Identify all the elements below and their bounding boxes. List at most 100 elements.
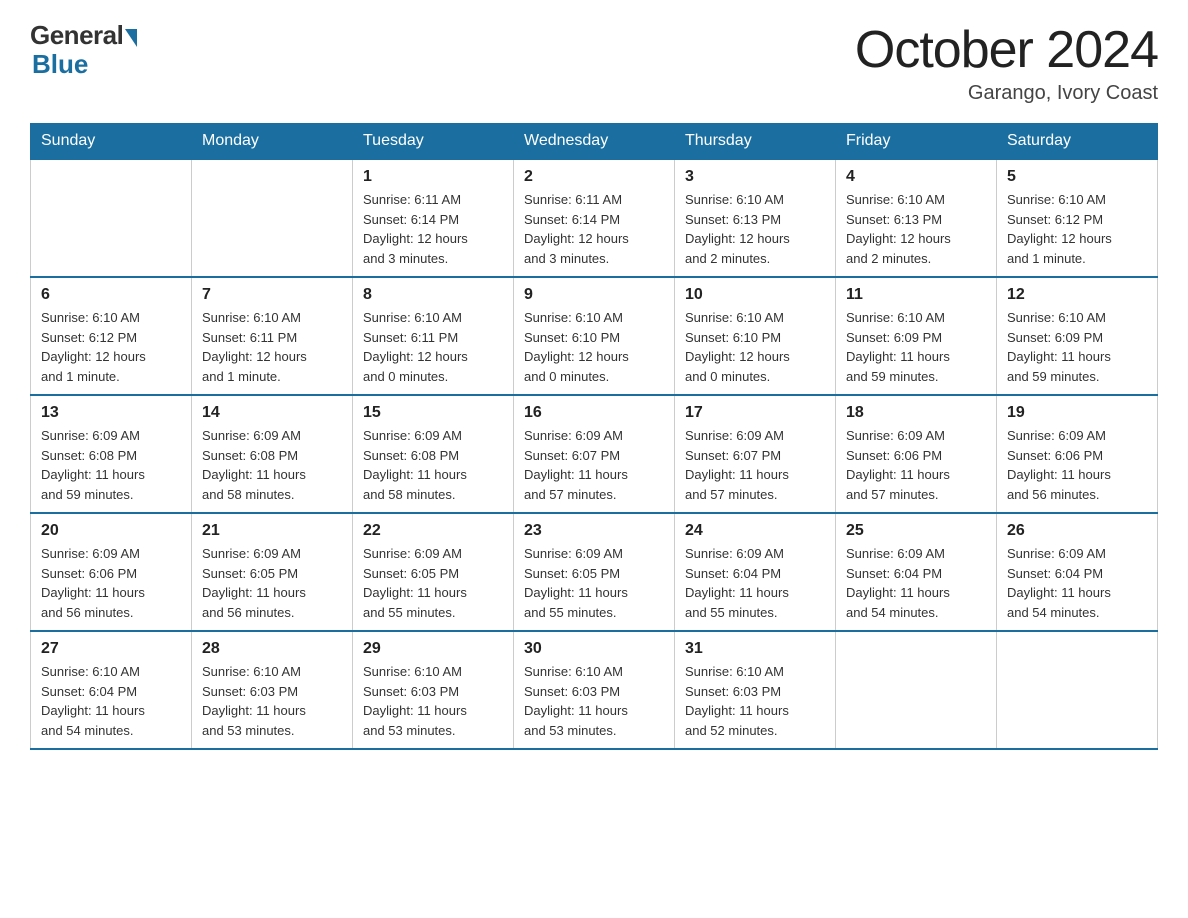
day-number: 29: [363, 640, 503, 658]
calendar-cell: 19 Sunrise: 6:09 AMSunset: 6:06 PMDayligh…: [997, 395, 1158, 513]
calendar-cell: 12 Sunrise: 6:10 AMSunset: 6:09 PMDayligh…: [997, 277, 1158, 395]
calendar-cell: 30Sunrise: 6:10 AMSunset: 6:03 PMDayligh…: [514, 631, 675, 749]
calendar-cell: 11Sunrise: 6:10 AMSunset: 6:09 PMDayligh…: [836, 277, 997, 395]
weekday-header-thursday: Thursday: [675, 124, 836, 160]
day-info: Sunrise: 6:09 AMSunset: 6:06 PMDaylight:…: [846, 426, 986, 504]
day-number: 16: [524, 404, 664, 422]
calendar-cell: 9 Sunrise: 6:10 AMSunset: 6:10 PMDaylight…: [514, 277, 675, 395]
day-number: 1: [363, 168, 503, 186]
logo: General Blue: [30, 20, 137, 80]
day-number: 9: [524, 286, 664, 304]
calendar-cell: 20Sunrise: 6:09 AMSunset: 6:06 PMDayligh…: [31, 513, 192, 631]
day-info: Sunrise: 6:10 AMSunset: 6:03 PMDaylight:…: [363, 662, 503, 740]
day-info: Sunrise: 6:10 AMSunset: 6:10 PMDaylight:…: [685, 308, 825, 386]
day-info: Sunrise: 6:10 AMSunset: 6:09 PMDaylight:…: [1007, 308, 1147, 386]
day-info: Sunrise: 6:10 AMSunset: 6:03 PMDaylight:…: [524, 662, 664, 740]
calendar-cell: 31 Sunrise: 6:10 AMSunset: 6:03 PMDayligh…: [675, 631, 836, 749]
day-number: 26: [1007, 522, 1147, 540]
day-number: 19: [1007, 404, 1147, 422]
day-info: Sunrise: 6:09 AMSunset: 6:06 PMDaylight:…: [1007, 426, 1147, 504]
weekday-header-monday: Monday: [192, 124, 353, 160]
day-info: Sunrise: 6:10 AMSunset: 6:11 PMDaylight:…: [363, 308, 503, 386]
logo-arrow-icon: [125, 29, 137, 47]
calendar-cell: 16 Sunrise: 6:09 AMSunset: 6:07 PMDayligh…: [514, 395, 675, 513]
calendar-cell: 1Sunrise: 6:11 AMSunset: 6:14 PMDaylight…: [353, 159, 514, 277]
day-number: 4: [846, 168, 986, 186]
day-number: 13: [41, 404, 181, 422]
day-info: Sunrise: 6:10 AMSunset: 6:13 PMDaylight:…: [685, 190, 825, 268]
calendar-week-row: 27 Sunrise: 6:10 AMSunset: 6:04 PMDayligh…: [31, 631, 1158, 749]
day-number: 15: [363, 404, 503, 422]
calendar-cell: 15Sunrise: 6:09 AMSunset: 6:08 PMDayligh…: [353, 395, 514, 513]
month-title: October 2024: [855, 20, 1158, 80]
calendar-cell: [997, 631, 1158, 749]
calendar-cell: 7 Sunrise: 6:10 AMSunset: 6:11 PMDaylight…: [192, 277, 353, 395]
weekday-header-sunday: Sunday: [31, 124, 192, 160]
calendar-cell: 14Sunrise: 6:09 AMSunset: 6:08 PMDayligh…: [192, 395, 353, 513]
logo-blue-text: Blue: [30, 49, 88, 80]
day-info: Sunrise: 6:09 AMSunset: 6:08 PMDaylight:…: [41, 426, 181, 504]
day-info: Sunrise: 6:10 AMSunset: 6:11 PMDaylight:…: [202, 308, 342, 386]
day-info: Sunrise: 6:09 AMSunset: 6:07 PMDaylight:…: [524, 426, 664, 504]
calendar-cell: 8 Sunrise: 6:10 AMSunset: 6:11 PMDaylight…: [353, 277, 514, 395]
day-number: 28: [202, 640, 342, 658]
day-info: Sunrise: 6:09 AMSunset: 6:04 PMDaylight:…: [1007, 544, 1147, 622]
location-text: Garango, Ivory Coast: [855, 82, 1158, 105]
day-info: Sunrise: 6:10 AMSunset: 6:03 PMDaylight:…: [202, 662, 342, 740]
weekday-header-saturday: Saturday: [997, 124, 1158, 160]
page-header: General Blue October 2024 Garango, Ivory…: [30, 20, 1158, 105]
logo-general-text: General: [30, 20, 123, 51]
calendar-cell: 2Sunrise: 6:11 AMSunset: 6:14 PMDaylight…: [514, 159, 675, 277]
day-number: 23: [524, 522, 664, 540]
calendar-cell: [836, 631, 997, 749]
day-number: 7: [202, 286, 342, 304]
calendar-cell: 21Sunrise: 6:09 AMSunset: 6:05 PMDayligh…: [192, 513, 353, 631]
calendar-week-row: 20Sunrise: 6:09 AMSunset: 6:06 PMDayligh…: [31, 513, 1158, 631]
calendar-cell: 6 Sunrise: 6:10 AMSunset: 6:12 PMDaylight…: [31, 277, 192, 395]
day-number: 18: [846, 404, 986, 422]
day-number: 12: [1007, 286, 1147, 304]
day-number: 5: [1007, 168, 1147, 186]
calendar-week-row: 13 Sunrise: 6:09 AMSunset: 6:08 PMDayligh…: [31, 395, 1158, 513]
day-number: 17: [685, 404, 825, 422]
day-info: Sunrise: 6:10 AMSunset: 6:13 PMDaylight:…: [846, 190, 986, 268]
day-number: 6: [41, 286, 181, 304]
calendar-week-row: 6 Sunrise: 6:10 AMSunset: 6:12 PMDaylight…: [31, 277, 1158, 395]
day-info: Sunrise: 6:09 AMSunset: 6:04 PMDaylight:…: [846, 544, 986, 622]
day-number: 10: [685, 286, 825, 304]
calendar-cell: 27 Sunrise: 6:10 AMSunset: 6:04 PMDayligh…: [31, 631, 192, 749]
day-number: 8: [363, 286, 503, 304]
calendar-cell: 3 Sunrise: 6:10 AMSunset: 6:13 PMDaylight…: [675, 159, 836, 277]
calendar-cell: 24 Sunrise: 6:09 AMSunset: 6:04 PMDayligh…: [675, 513, 836, 631]
calendar-cell: 5Sunrise: 6:10 AMSunset: 6:12 PMDaylight…: [997, 159, 1158, 277]
calendar-cell: 22Sunrise: 6:09 AMSunset: 6:05 PMDayligh…: [353, 513, 514, 631]
weekday-header-tuesday: Tuesday: [353, 124, 514, 160]
day-info: Sunrise: 6:09 AMSunset: 6:05 PMDaylight:…: [202, 544, 342, 622]
day-info: Sunrise: 6:10 AMSunset: 6:04 PMDaylight:…: [41, 662, 181, 740]
calendar-cell: 26 Sunrise: 6:09 AMSunset: 6:04 PMDayligh…: [997, 513, 1158, 631]
day-info: Sunrise: 6:10 AMSunset: 6:10 PMDaylight:…: [524, 308, 664, 386]
calendar-cell: 10 Sunrise: 6:10 AMSunset: 6:10 PMDayligh…: [675, 277, 836, 395]
day-info: Sunrise: 6:09 AMSunset: 6:04 PMDaylight:…: [685, 544, 825, 622]
day-info: Sunrise: 6:09 AMSunset: 6:07 PMDaylight:…: [685, 426, 825, 504]
day-number: 3: [685, 168, 825, 186]
day-number: 22: [363, 522, 503, 540]
day-number: 31: [685, 640, 825, 658]
calendar-cell: 23 Sunrise: 6:09 AMSunset: 6:05 PMDayligh…: [514, 513, 675, 631]
calendar-table: SundayMondayTuesdayWednesdayThursdayFrid…: [30, 123, 1158, 750]
calendar-cell: [31, 159, 192, 277]
day-number: 24: [685, 522, 825, 540]
calendar-cell: [192, 159, 353, 277]
day-info: Sunrise: 6:10 AMSunset: 6:03 PMDaylight:…: [685, 662, 825, 740]
day-number: 27: [41, 640, 181, 658]
title-section: October 2024 Garango, Ivory Coast: [855, 20, 1158, 105]
day-info: Sunrise: 6:10 AMSunset: 6:09 PMDaylight:…: [846, 308, 986, 386]
day-info: Sunrise: 6:10 AMSunset: 6:12 PMDaylight:…: [41, 308, 181, 386]
day-number: 20: [41, 522, 181, 540]
calendar-cell: 13 Sunrise: 6:09 AMSunset: 6:08 PMDayligh…: [31, 395, 192, 513]
calendar-cell: 18 Sunrise: 6:09 AMSunset: 6:06 PMDayligh…: [836, 395, 997, 513]
day-info: Sunrise: 6:09 AMSunset: 6:05 PMDaylight:…: [524, 544, 664, 622]
day-info: Sunrise: 6:11 AMSunset: 6:14 PMDaylight:…: [524, 190, 664, 268]
weekday-header-wednesday: Wednesday: [514, 124, 675, 160]
calendar-cell: 28 Sunrise: 6:10 AMSunset: 6:03 PMDayligh…: [192, 631, 353, 749]
